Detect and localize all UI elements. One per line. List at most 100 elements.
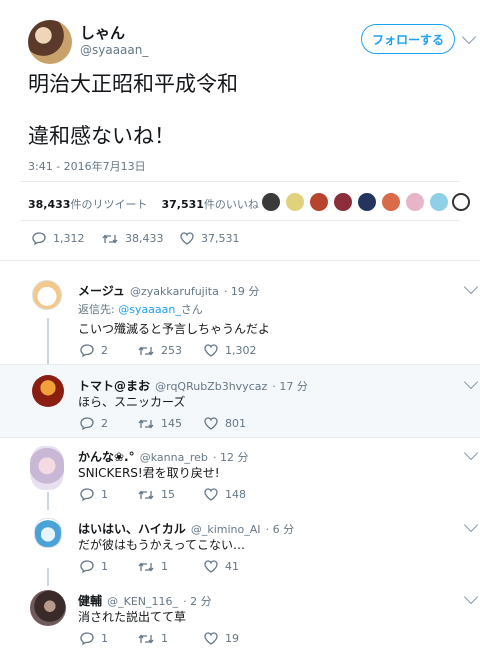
reply-author-handle[interactable]: @zyakkarufujita: [130, 285, 219, 298]
retweet-action-count: 38,433: [125, 232, 164, 245]
reply-text: ほら、スニッカーズ: [78, 395, 186, 409]
reply-author-name[interactable]: はいはい、ハイカル: [78, 522, 186, 536]
like-button[interactable]: 19: [204, 632, 239, 645]
heart-icon: [204, 488, 218, 501]
reply-count: 1: [101, 632, 108, 645]
retweet-icon: [138, 418, 154, 429]
reply-text: SNICKERS!君を取り戻せ!: [78, 466, 220, 480]
heart-icon: [204, 417, 218, 430]
reply-avatar[interactable]: [34, 518, 62, 548]
reply-tweet[interactable]: メージュ @zyakkarufujita · 19 分 返信先: @syaaaa…: [0, 268, 480, 364]
like-count: 801: [225, 417, 246, 430]
chevron-down-icon[interactable]: [463, 517, 479, 533]
reply-author-handle[interactable]: @_KEN_116_: [107, 595, 178, 608]
chevron-down-icon[interactable]: [463, 589, 479, 605]
liker-avatar[interactable]: [358, 193, 376, 211]
like-button[interactable]: 801: [204, 417, 246, 430]
chevron-down-icon[interactable]: [463, 279, 479, 295]
reply-author-name[interactable]: メージュ: [78, 284, 125, 298]
author-display-name[interactable]: しゃん: [80, 22, 125, 43]
reply-to-handle[interactable]: @syaaaan_: [118, 303, 181, 316]
retweet-icon: [138, 489, 154, 500]
reply-tweet[interactable]: はいはい、ハイカル @_kimino_AI · 6 分 だが彼はもうかえってこな…: [0, 512, 480, 586]
like-action-count: 37,531: [201, 232, 240, 245]
liker-avatar[interactable]: [382, 193, 400, 211]
reply-text: こいつ殲滅ると予言しちゃうんだよ: [78, 322, 271, 336]
heart-icon: [204, 344, 218, 357]
reply-avatar[interactable]: [30, 590, 66, 626]
reply-time[interactable]: · 12 分: [213, 451, 249, 464]
reply-time[interactable]: · 6 分: [266, 523, 295, 536]
reply-author-name[interactable]: かんな❀.°: [78, 450, 135, 464]
liker-avatar[interactable]: [310, 193, 328, 211]
like-button[interactable]: 148: [204, 488, 246, 501]
reply-avatar[interactable]: [32, 375, 64, 407]
engagement-stats: 38,433 件のリツイート 37,531 件のいいね: [28, 196, 259, 212]
retweet-count: 1: [161, 560, 168, 573]
reply-tweet[interactable]: 健輔 @_KEN_116_ · 2 分 消された説出てて草 1 1 19: [0, 586, 480, 656]
heart-icon: [204, 560, 218, 573]
reply-icon: [80, 417, 94, 430]
reply-tweet[interactable]: かんな❀.° @kanna_reb · 12 分 SNICKERS!君を取り戻せ…: [0, 440, 480, 514]
reply-text: だが彼はもうかえってこない…: [78, 538, 246, 552]
reply-time[interactable]: · 2 分: [183, 595, 212, 608]
like-count[interactable]: 37,531: [161, 198, 203, 211]
like-button[interactable]: 1,302: [204, 344, 257, 357]
author-avatar[interactable]: [28, 20, 72, 64]
like-count: 148: [225, 488, 246, 501]
reply-author-handle[interactable]: @rqQRubZb3hvycaz: [155, 380, 267, 393]
chevron-down-icon[interactable]: [461, 29, 477, 45]
liker-avatar[interactable]: [406, 193, 424, 211]
reply-count: 2: [101, 344, 108, 357]
retweet-button[interactable]: 253: [138, 344, 204, 357]
reply-time[interactable]: · 17 分: [272, 380, 308, 393]
liker-avatar[interactable]: [286, 193, 304, 211]
liker-avatar[interactable]: [334, 193, 352, 211]
retweet-button[interactable]: 1: [138, 632, 204, 645]
reply-button[interactable]: 1: [80, 560, 138, 573]
follow-button[interactable]: フォローする: [361, 24, 455, 54]
retweet-icon: [138, 633, 154, 644]
reply-button[interactable]: 2: [80, 344, 138, 357]
retweet-button[interactable]: 145: [138, 417, 204, 430]
reply-icon: [80, 632, 94, 645]
reply-button[interactable]: 1: [80, 488, 138, 501]
reply-time[interactable]: · 19 分: [224, 285, 260, 298]
reply-avatar[interactable]: [32, 280, 62, 310]
reply-icon: [80, 488, 94, 501]
reply-avatar[interactable]: [30, 446, 64, 490]
reply-icon: [80, 344, 94, 357]
reply-author-handle[interactable]: @kanna_reb: [140, 451, 208, 464]
reply-tweet[interactable]: トマト@まお @rqQRubZb3hvycaz · 17 分 ほら、スニッカーズ…: [0, 364, 480, 438]
reply-count: 2: [101, 417, 108, 430]
like-label[interactable]: 件のいいね: [204, 196, 259, 212]
like-count: 1,302: [225, 344, 257, 357]
retweet-button[interactable]: 1: [138, 560, 204, 573]
like-button[interactable]: 41: [204, 560, 239, 573]
clock-icon[interactable]: [452, 193, 470, 211]
reply-button[interactable]: 1: [80, 632, 138, 645]
liker-avatar[interactable]: [262, 193, 280, 211]
reply-icon: [80, 560, 94, 573]
retweet-count[interactable]: 38,433: [28, 198, 70, 211]
chevron-down-icon[interactable]: [463, 374, 479, 390]
retweet-button[interactable]: 15: [138, 488, 204, 501]
reply-button[interactable]: 1,312: [32, 232, 102, 245]
reply-author-handle[interactable]: @_kimino_AI: [191, 523, 261, 536]
reply-button[interactable]: 2: [80, 417, 138, 430]
reply-text: 消された説出てて草: [78, 610, 187, 624]
reply-to-label: 返信先:: [78, 303, 119, 316]
heart-icon: [180, 232, 194, 245]
reply-author-name[interactable]: トマト@まお: [78, 379, 150, 393]
tweet-timestamp[interactable]: 3:41 - 2016年7月13日: [28, 158, 146, 174]
author-handle[interactable]: @syaaaan_: [80, 43, 148, 57]
chevron-down-icon[interactable]: [463, 445, 479, 461]
like-button[interactable]: 37,531: [180, 232, 240, 245]
retweet-button[interactable]: 38,433: [102, 232, 180, 245]
retweet-count: 253: [161, 344, 182, 357]
reply-author-name[interactable]: 健輔: [78, 594, 102, 608]
retweet-label[interactable]: 件のリツイート: [70, 196, 147, 212]
liker-avatar[interactable]: [430, 193, 448, 211]
reply-icon: [32, 232, 46, 245]
like-count: 41: [225, 560, 239, 573]
